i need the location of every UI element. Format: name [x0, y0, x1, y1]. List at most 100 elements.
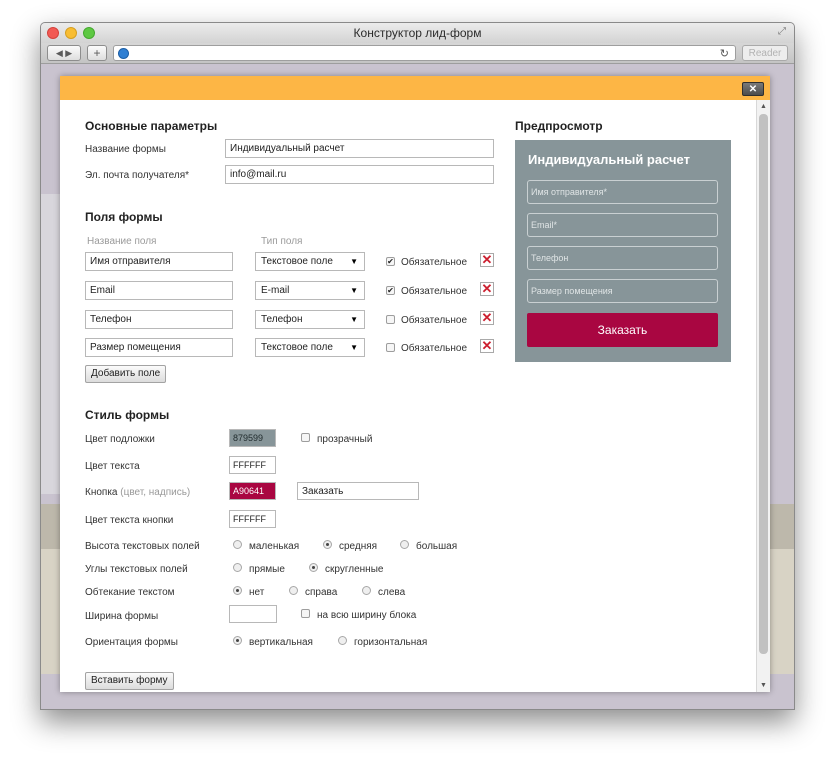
required-checkbox[interactable]	[386, 343, 395, 352]
form-name-label: Название формы	[85, 144, 166, 155]
delete-field-icon[interactable]: ✕	[480, 282, 494, 296]
orientation-vertical-radio[interactable]	[233, 636, 242, 645]
orientation-horizontal-radio[interactable]	[338, 636, 347, 645]
close-dialog-button[interactable]: ✕	[742, 82, 764, 96]
field-type-column-header: Тип поля	[261, 236, 303, 247]
scrollbar-thumb[interactable]	[759, 114, 768, 654]
button-color-label: Кнопка (цвет, надпись)	[85, 487, 190, 498]
bg-color-input[interactable]: 879599	[229, 429, 276, 447]
button-color-input[interactable]: A90641	[229, 482, 276, 500]
page-background-panel	[41, 194, 61, 494]
orientation-label: Ориентация формы	[85, 637, 178, 648]
required-checkbox[interactable]: ✔	[386, 257, 395, 266]
fields-heading: Поля формы	[85, 210, 163, 224]
browser-toolbar: ◀ ▶ + ↻ Reader	[41, 43, 794, 64]
field-name-input[interactable]: Размер помещения	[85, 338, 233, 357]
dropdown-arrow-icon: ▼	[350, 315, 358, 324]
preview-heading: Предпросмотр	[515, 119, 603, 133]
reload-icon[interactable]: ↻	[720, 47, 729, 60]
dropdown-arrow-icon: ▼	[350, 257, 358, 266]
transparent-checkbox[interactable]	[301, 433, 310, 442]
preview-room-size-field[interactable]: Размер помещения	[527, 279, 718, 303]
preview-email-field[interactable]: Email*	[527, 213, 718, 237]
field-height-small-radio[interactable]	[233, 540, 242, 549]
recipient-email-label: Эл. почта получателя*	[85, 170, 190, 181]
reader-button[interactable]: Reader	[742, 45, 788, 61]
main-params-heading: Основные параметры	[85, 119, 218, 133]
text-color-input[interactable]: FFFFFF	[229, 456, 276, 474]
field-type-value: E-mail	[261, 285, 290, 296]
preview-form-title: Индивидуальный расчет	[528, 152, 690, 167]
recipient-email-input[interactable]: info@mail.ru	[225, 165, 494, 184]
wrap-option: слева	[378, 587, 406, 598]
dropdown-arrow-icon: ▼	[350, 343, 358, 352]
new-tab-button[interactable]: +	[87, 45, 107, 61]
field-name-input[interactable]: Email	[85, 281, 233, 300]
corners-rounded-radio[interactable]	[309, 563, 318, 572]
wrap-option: справа	[305, 587, 338, 598]
delete-field-icon[interactable]: ✕	[480, 253, 494, 267]
form-width-label: Ширина формы	[85, 611, 159, 622]
button-text-color-label: Цвет текста кнопки	[85, 515, 174, 526]
full-width-label: на всю ширину блока	[317, 610, 417, 621]
field-height-large-radio[interactable]	[400, 540, 409, 549]
orientation-option: горизонтальная	[354, 637, 428, 648]
required-label: Обязательное	[401, 286, 468, 297]
field-type-value: Телефон	[261, 314, 303, 325]
button-label-hint: (цвет, надпись)	[120, 487, 191, 498]
preview-name-field[interactable]: Имя отправителя*	[527, 180, 718, 204]
dropdown-arrow-icon: ▼	[350, 286, 358, 295]
delete-field-icon[interactable]: ✕	[480, 311, 494, 325]
field-type-select[interactable]: E-mail ▼	[255, 281, 365, 300]
field-height-option: маленькая	[249, 541, 300, 552]
field-type-value: Текстовое поле	[261, 342, 333, 353]
text-wrap-label: Обтекание текстом	[85, 587, 175, 598]
scroll-up-icon[interactable]: ▲	[760, 103, 767, 110]
preview-phone-field[interactable]: Телефон	[527, 246, 718, 270]
corners-square-radio[interactable]	[233, 563, 242, 572]
bg-color-label: Цвет подложки	[85, 434, 155, 445]
field-type-value: Текстовое поле	[261, 256, 333, 267]
style-heading: Стиль формы	[85, 408, 170, 422]
required-checkbox[interactable]: ✔	[386, 286, 395, 295]
fullscreen-icon[interactable]: ⤢	[778, 26, 786, 37]
field-type-select[interactable]: Телефон ▼	[255, 310, 365, 329]
required-checkbox[interactable]	[386, 315, 395, 324]
field-height-medium-radio[interactable]	[323, 540, 332, 549]
preview-order-button[interactable]: Заказать	[527, 313, 718, 347]
field-name-input[interactable]: Телефон	[85, 310, 233, 329]
form-name-input[interactable]: Индивидуальный расчет	[225, 139, 494, 158]
wrap-right-radio[interactable]	[289, 586, 298, 595]
corners-option: прямые	[249, 564, 285, 575]
orientation-option: вертикальная	[249, 637, 313, 648]
form-width-input[interactable]	[229, 605, 277, 623]
button-label-text: Кнопка	[85, 487, 118, 498]
text-color-label: Цвет текста	[85, 461, 140, 472]
wrap-option: нет	[249, 587, 265, 598]
add-field-button[interactable]: Добавить поле	[85, 365, 167, 383]
field-type-select[interactable]: Текстовое поле ▼	[255, 252, 365, 271]
back-forward-buttons[interactable]: ◀ ▶	[47, 45, 81, 61]
field-height-label: Высота текстовых полей	[85, 541, 200, 552]
window-title: Конструктор лид-форм	[353, 26, 482, 40]
required-label: Обязательное	[401, 257, 468, 268]
transparent-label: прозрачный	[317, 434, 373, 445]
corners-label: Углы текстовых полей	[85, 564, 188, 575]
required-label: Обязательное	[401, 343, 468, 354]
field-name-column-header: Название поля	[87, 236, 157, 247]
dialog-scrollbar[interactable]: ▲ ▼	[756, 100, 770, 692]
delete-field-icon[interactable]: ✕	[480, 339, 494, 353]
scroll-down-icon[interactable]: ▼	[760, 682, 767, 689]
address-bar[interactable]: ↻	[113, 45, 736, 61]
wrap-none-radio[interactable]	[233, 586, 242, 595]
button-text-input[interactable]: Заказать	[297, 482, 419, 500]
full-width-checkbox[interactable]	[301, 609, 310, 618]
form-builder-dialog: ✕ ▲ ▼ Основные параметры Название формы …	[60, 76, 770, 692]
field-height-option: большая	[416, 541, 458, 552]
field-type-select[interactable]: Текстовое поле ▼	[255, 338, 365, 357]
button-text-color-input[interactable]: FFFFFF	[229, 510, 276, 528]
form-preview: Индивидуальный расчет Имя отправителя* E…	[515, 140, 731, 362]
field-name-input[interactable]: Имя отправителя	[85, 252, 233, 271]
insert-form-button[interactable]: Вставить форму	[85, 672, 174, 690]
wrap-left-radio[interactable]	[362, 586, 371, 595]
